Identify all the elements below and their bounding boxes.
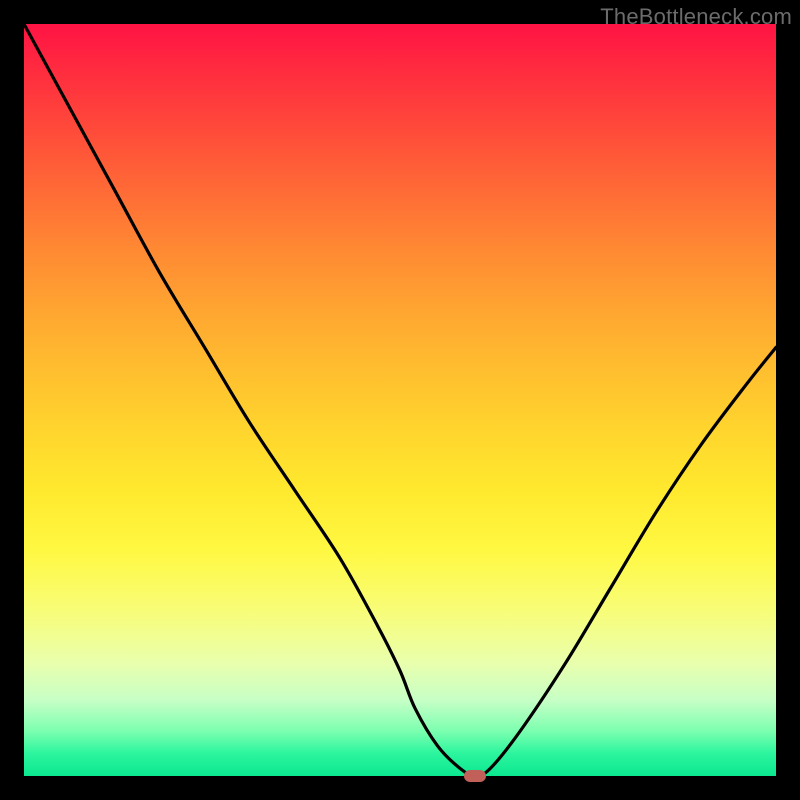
chart-frame: TheBottleneck.com xyxy=(0,0,800,800)
optimum-marker xyxy=(464,770,486,782)
bottleneck-curve xyxy=(24,24,776,776)
plot-area xyxy=(24,24,776,776)
watermark-text: TheBottleneck.com xyxy=(600,4,792,30)
